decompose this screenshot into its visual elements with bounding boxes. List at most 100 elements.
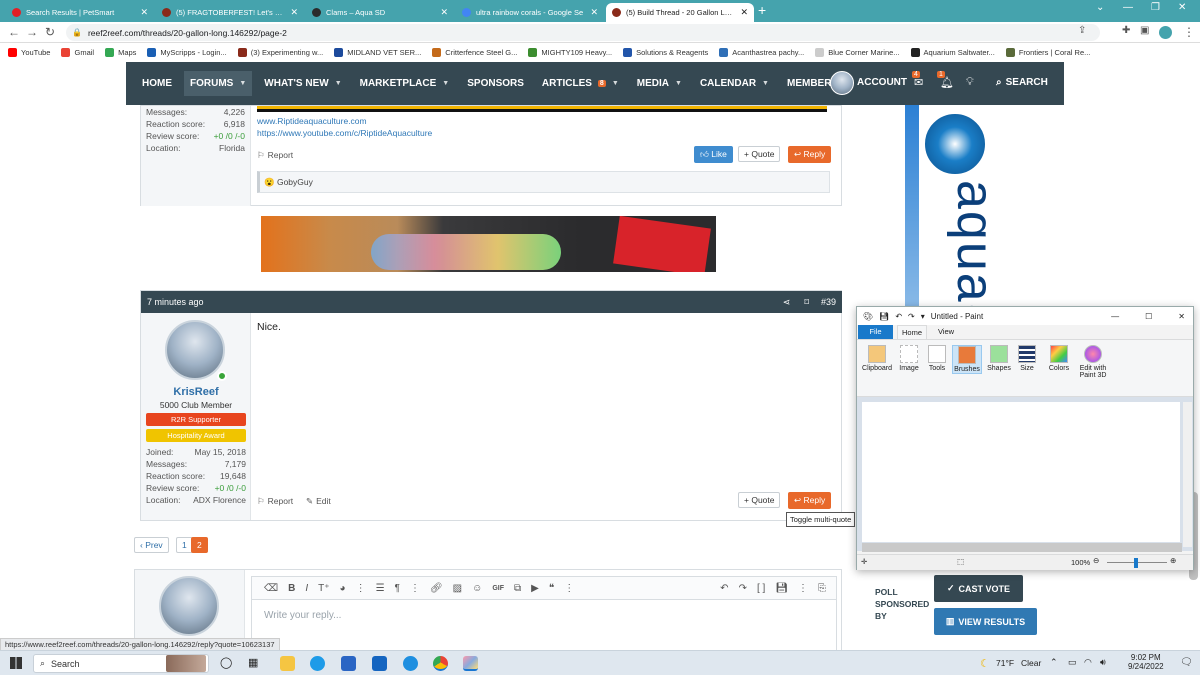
profile-avatar[interactable]: [1159, 26, 1172, 39]
maximize-icon[interactable]: ❐: [1151, 2, 1160, 13]
bookmark-item[interactable]: Blue Corner Marine...: [815, 48, 900, 57]
new-tab-button[interactable]: +: [758, 2, 766, 18]
smiley-icon[interactable]: ☺: [472, 583, 482, 594]
paint-vscroll[interactable]: [1183, 402, 1192, 547]
more-icon[interactable]: ⋮: [798, 583, 808, 594]
nav-forums[interactable]: FORUMS ▼: [184, 71, 253, 96]
bookmark-item[interactable]: YouTube: [8, 48, 50, 57]
paint3d-tool[interactable]: Edit with Paint 3D: [1073, 345, 1113, 379]
mail-icon[interactable]: [372, 656, 387, 671]
clipboard-tool[interactable]: Clipboard: [862, 345, 892, 372]
envelope-icon[interactable]: ✉: [914, 76, 923, 89]
bookmark-item[interactable]: Aquarium Saltwater...: [910, 48, 995, 57]
nav-media[interactable]: MEDIA ▼: [637, 78, 682, 89]
tools-tool[interactable]: Tools: [922, 345, 952, 372]
chevron-down-icon[interactable]: ▾: [921, 312, 925, 321]
widgets-icon[interactable]: ▦: [248, 656, 258, 669]
gif-icon[interactable]: GIF: [492, 585, 504, 592]
quote-button[interactable]: + Quote: [738, 492, 781, 508]
brushes-tool[interactable]: Brushes: [952, 345, 982, 374]
redo-icon[interactable]: ↷: [739, 583, 747, 594]
eraser-icon[interactable]: ⌫: [264, 583, 278, 594]
bold-icon[interactable]: B: [288, 583, 295, 594]
more-icon[interactable]: ⋮: [564, 583, 574, 594]
undo-icon[interactable]: ↶: [720, 583, 728, 594]
maximize-icon[interactable]: ☐: [1145, 312, 1152, 321]
account-avatar[interactable]: [830, 71, 854, 95]
paint-canvas[interactable]: [862, 402, 1180, 542]
network-icon[interactable]: ▭: [1068, 657, 1077, 668]
close-icon[interactable]: ✕: [140, 7, 148, 18]
undo-icon[interactable]: ↶: [895, 312, 902, 321]
nav-home[interactable]: HOME: [142, 78, 172, 89]
image-icon[interactable]: ▨: [453, 583, 462, 594]
clock[interactable]: 9:02 PM 9/24/2022: [1128, 653, 1164, 671]
browser-tab-active[interactable]: (5) Build Thread - 20 Gallon Long ✕: [606, 3, 754, 22]
forward-icon[interactable]: →: [26, 25, 38, 39]
close-icon[interactable]: ✕: [740, 7, 748, 18]
browser-tab[interactable]: (5) FRAGTOBERFEST! Let's get th ✕: [156, 3, 304, 22]
bookmark-item[interactable]: Maps: [105, 48, 136, 57]
video-icon[interactable]: ▶: [531, 583, 539, 594]
reply-textarea[interactable]: Write your reply...: [251, 600, 837, 650]
task-view-icon[interactable]: ◯: [220, 656, 232, 669]
reply-button[interactable]: ↩ Reply: [788, 146, 832, 163]
minimize-icon[interactable]: —: [1111, 312, 1119, 321]
size-tool[interactable]: Size: [1012, 345, 1042, 372]
paint-home-tab[interactable]: Home: [897, 325, 927, 339]
bookmark-item[interactable]: MIGHTY109 Heavy...: [528, 48, 612, 57]
paint-hscroll[interactable]: [862, 543, 1182, 552]
reload-icon[interactable]: ↻: [45, 25, 55, 39]
store-icon[interactable]: [341, 656, 356, 671]
close-window-icon[interactable]: ✕: [1178, 2, 1186, 13]
paint-file-tab[interactable]: File: [858, 325, 893, 339]
bookmark-icon[interactable]: ⌑: [804, 297, 809, 308]
more-icon[interactable]: ⋮: [356, 583, 366, 594]
reply-button[interactable]: ↩ Reply: [788, 492, 832, 509]
report-link[interactable]: ⚐ Report: [257, 496, 293, 507]
italic-icon[interactable]: I: [305, 583, 308, 594]
image-tool[interactable]: Image: [894, 345, 924, 372]
chrome-icon[interactable]: [433, 656, 448, 671]
zoom-out-icon[interactable]: ⊖: [1093, 556, 1099, 565]
file-explorer-icon[interactable]: [280, 656, 295, 671]
cast-vote-button[interactable]: ✓ CAST VOTE: [934, 575, 1023, 602]
browser-tab[interactable]: ultra rainbow corals - Google Se ✕: [456, 3, 604, 22]
bookmark-item[interactable]: Acanthastrea pachy...: [719, 48, 804, 57]
signature-link[interactable]: www.Riptideaquaculture.com: [257, 116, 367, 126]
account-link[interactable]: ACCOUNT: [857, 77, 907, 88]
address-bar[interactable]: 🔒 reef2reef.com/threads/20-gallon-long.1…: [66, 24, 1100, 41]
shapes-tool[interactable]: Shapes: [984, 345, 1014, 372]
notifications-icon[interactable]: 🗨︎: [1180, 657, 1193, 668]
palette-icon[interactable]: ◕: [340, 583, 346, 594]
redo-icon[interactable]: ↷: [908, 312, 915, 321]
edit-link[interactable]: ✎ Edit: [306, 496, 331, 507]
draft-icon[interactable]: 💾︎: [775, 583, 788, 594]
paragraph-icon[interactable]: ¶: [395, 583, 400, 594]
windows-start-icon[interactable]: [10, 657, 22, 669]
nav-marketplace[interactable]: MARKETPLACE ▼: [360, 78, 450, 89]
align-icon[interactable]: ☰: [376, 583, 385, 594]
view-results-button[interactable]: ▥ VIEW RESULTS: [934, 608, 1037, 635]
sidepanel-icon[interactable]: ▣: [1140, 25, 1149, 36]
like-button[interactable]: 👍︎ Like: [694, 146, 733, 163]
search-link[interactable]: ⌕ SEARCH: [996, 77, 1048, 88]
gallery-icon[interactable]: ⧉: [514, 583, 521, 594]
nav-calendar[interactable]: CALENDAR ▼: [700, 78, 769, 89]
bookmark-item[interactable]: (3) Experimenting w...: [237, 48, 323, 57]
post-number[interactable]: #39: [821, 297, 836, 307]
lightbulb-icon[interactable]: 💡︎: [966, 76, 974, 89]
browser-tab[interactable]: Search Results | PetSmart ✕: [6, 3, 154, 22]
close-icon[interactable]: ✕: [440, 7, 448, 18]
signature-link[interactable]: https://www.youtube.com/c/RiptideAquacul…: [257, 128, 432, 138]
weather-temp[interactable]: 71°F: [996, 658, 1014, 668]
bookmark-item[interactable]: Critterfence Steel G...: [432, 48, 517, 57]
nav-sponsors[interactable]: SPONSORS: [467, 78, 524, 89]
share-icon[interactable]: ⇪: [1078, 25, 1086, 36]
bookmark-item[interactable]: MIDLAND VET SER...: [334, 48, 421, 57]
tab-search-icon[interactable]: ⌄: [1096, 2, 1104, 13]
bookmark-item[interactable]: Solutions & Reagents: [623, 48, 708, 57]
edge-icon[interactable]: [310, 656, 325, 671]
volume-icon[interactable]: 🔊︎: [1100, 657, 1106, 668]
zoom-slider-thumb[interactable]: [1134, 558, 1138, 568]
